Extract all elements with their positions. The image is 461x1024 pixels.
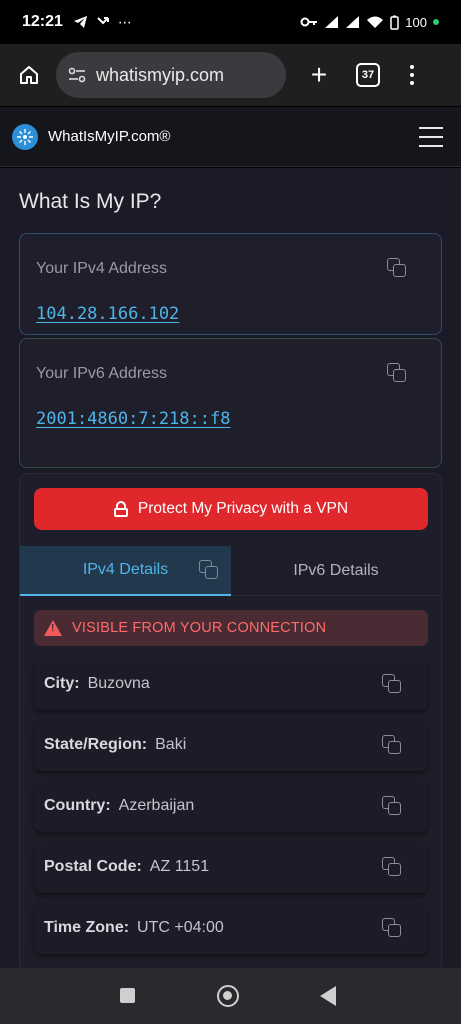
address-bar[interactable]: whatismyip.com bbox=[56, 52, 286, 98]
signal-icon bbox=[325, 16, 339, 28]
missed-call-icon bbox=[97, 17, 109, 25]
detail-row-time-zone: Time Zone: UTC +04:00 bbox=[34, 902, 428, 954]
detail-value: Baki bbox=[155, 736, 187, 753]
status-bar: 12:21 ⋯ 100 bbox=[0, 0, 461, 44]
home-icon bbox=[20, 66, 38, 84]
hamburger-menu-button[interactable] bbox=[419, 126, 443, 147]
page-content: What Is My IP? Your IPv4 Address 104.28.… bbox=[0, 168, 461, 968]
tab-ipv6-details[interactable]: IPv6 Details bbox=[231, 546, 441, 596]
ipv4-card: Your IPv4 Address 104.28.166.102 bbox=[19, 233, 442, 335]
details-panel: Protect My Privacy with a VPN IPv4 Detai… bbox=[19, 473, 442, 968]
ipv6-card: Your IPv6 Address 2001:4860:7:218::f8 bbox=[19, 338, 442, 468]
site-header: WhatIsMyIP.com® bbox=[0, 107, 461, 167]
tab-ipv4-details[interactable]: IPv4 Details bbox=[20, 546, 231, 596]
home-nav-button-icon[interactable] bbox=[217, 985, 239, 1007]
browser-menu-button[interactable] bbox=[410, 65, 414, 85]
system-nav-bar bbox=[0, 968, 461, 1024]
telegram-icon bbox=[73, 16, 87, 28]
vpn-button[interactable]: Protect My Privacy with a VPN bbox=[34, 488, 428, 530]
status-right-icons: 100 bbox=[300, 15, 439, 30]
detail-key: Country: bbox=[44, 797, 111, 814]
hamburger-line-icon bbox=[419, 144, 443, 147]
new-tab-button[interactable]: + bbox=[304, 60, 334, 90]
wifi-icon bbox=[367, 16, 384, 28]
url-text[interactable]: whatismyip.com bbox=[96, 65, 224, 86]
copy-icon[interactable] bbox=[382, 918, 402, 938]
signal-icon bbox=[346, 16, 360, 28]
details-tabs: IPv4 Details IPv6 Details bbox=[20, 546, 441, 596]
privacy-dot-icon bbox=[433, 19, 439, 25]
copy-icon[interactable] bbox=[382, 674, 402, 694]
copy-icon[interactable] bbox=[387, 363, 407, 383]
warning-banner: VISIBLE FROM YOUR CONNECTION bbox=[34, 610, 428, 646]
battery-level: 100 bbox=[405, 14, 427, 30]
browser-toolbar: whatismyip.com + 37 bbox=[0, 44, 461, 106]
detail-row-country: Country: Azerbaijan bbox=[34, 780, 428, 832]
detail-value: AZ 1151 bbox=[149, 858, 210, 875]
ipv6-value[interactable]: 2001:4860:7:218::f8 bbox=[36, 409, 230, 429]
site-logo-icon[interactable] bbox=[12, 123, 38, 150]
detail-key: City: bbox=[44, 675, 80, 692]
ipv4-label: Your IPv4 Address bbox=[36, 260, 168, 277]
status-left-icons: ⋯ bbox=[73, 14, 132, 31]
home-button[interactable] bbox=[12, 58, 46, 92]
site-settings-icon[interactable] bbox=[68, 67, 86, 83]
hamburger-line-icon bbox=[419, 126, 443, 129]
ipv4-value[interactable]: 104.28.166.102 bbox=[36, 304, 179, 324]
menu-dot-icon bbox=[410, 65, 414, 69]
status-time: 12:21 bbox=[22, 13, 63, 30]
menu-dot-icon bbox=[410, 73, 414, 77]
detail-value: Buzovna bbox=[87, 675, 150, 692]
battery-icon bbox=[390, 15, 400, 30]
warning-text: VISIBLE FROM YOUR CONNECTION bbox=[72, 620, 327, 636]
ipv6-label: Your IPv6 Address bbox=[36, 365, 168, 382]
vpn-key-icon bbox=[300, 17, 318, 27]
back-button-icon[interactable] bbox=[320, 986, 336, 1006]
detail-key: Postal Code: bbox=[44, 858, 142, 875]
menu-dot-icon bbox=[410, 81, 414, 85]
tab-label: IPv4 Details bbox=[82, 561, 169, 578]
hamburger-line-icon bbox=[419, 135, 443, 138]
warning-icon bbox=[44, 620, 62, 636]
detail-key: State/Region: bbox=[44, 736, 148, 753]
copy-icon[interactable] bbox=[382, 796, 402, 816]
vpn-button-label: Protect My Privacy with a VPN bbox=[137, 500, 349, 517]
copy-icon[interactable] bbox=[199, 560, 219, 580]
detail-row-city: City: Buzovna bbox=[34, 658, 428, 710]
copy-icon[interactable] bbox=[382, 857, 402, 877]
site-name[interactable]: WhatIsMyIP.com® bbox=[48, 128, 170, 145]
recents-button-icon[interactable] bbox=[120, 988, 135, 1003]
more-icon: ⋯ bbox=[117, 13, 132, 30]
detail-row-state: State/Region: Baki bbox=[34, 719, 428, 771]
page-title: What Is My IP? bbox=[19, 190, 162, 213]
detail-key: Time Zone: bbox=[44, 919, 130, 936]
detail-value: UTC +04:00 bbox=[137, 919, 224, 936]
tab-switcher-button[interactable]: 37 bbox=[356, 63, 380, 87]
lock-icon bbox=[113, 501, 128, 517]
detail-value: Azerbaijan bbox=[118, 797, 195, 814]
tab-label: IPv6 Details bbox=[293, 562, 379, 579]
copy-icon[interactable] bbox=[382, 735, 402, 755]
copy-icon[interactable] bbox=[387, 258, 407, 278]
detail-row-postal-code: Postal Code: AZ 1151 bbox=[34, 841, 428, 893]
